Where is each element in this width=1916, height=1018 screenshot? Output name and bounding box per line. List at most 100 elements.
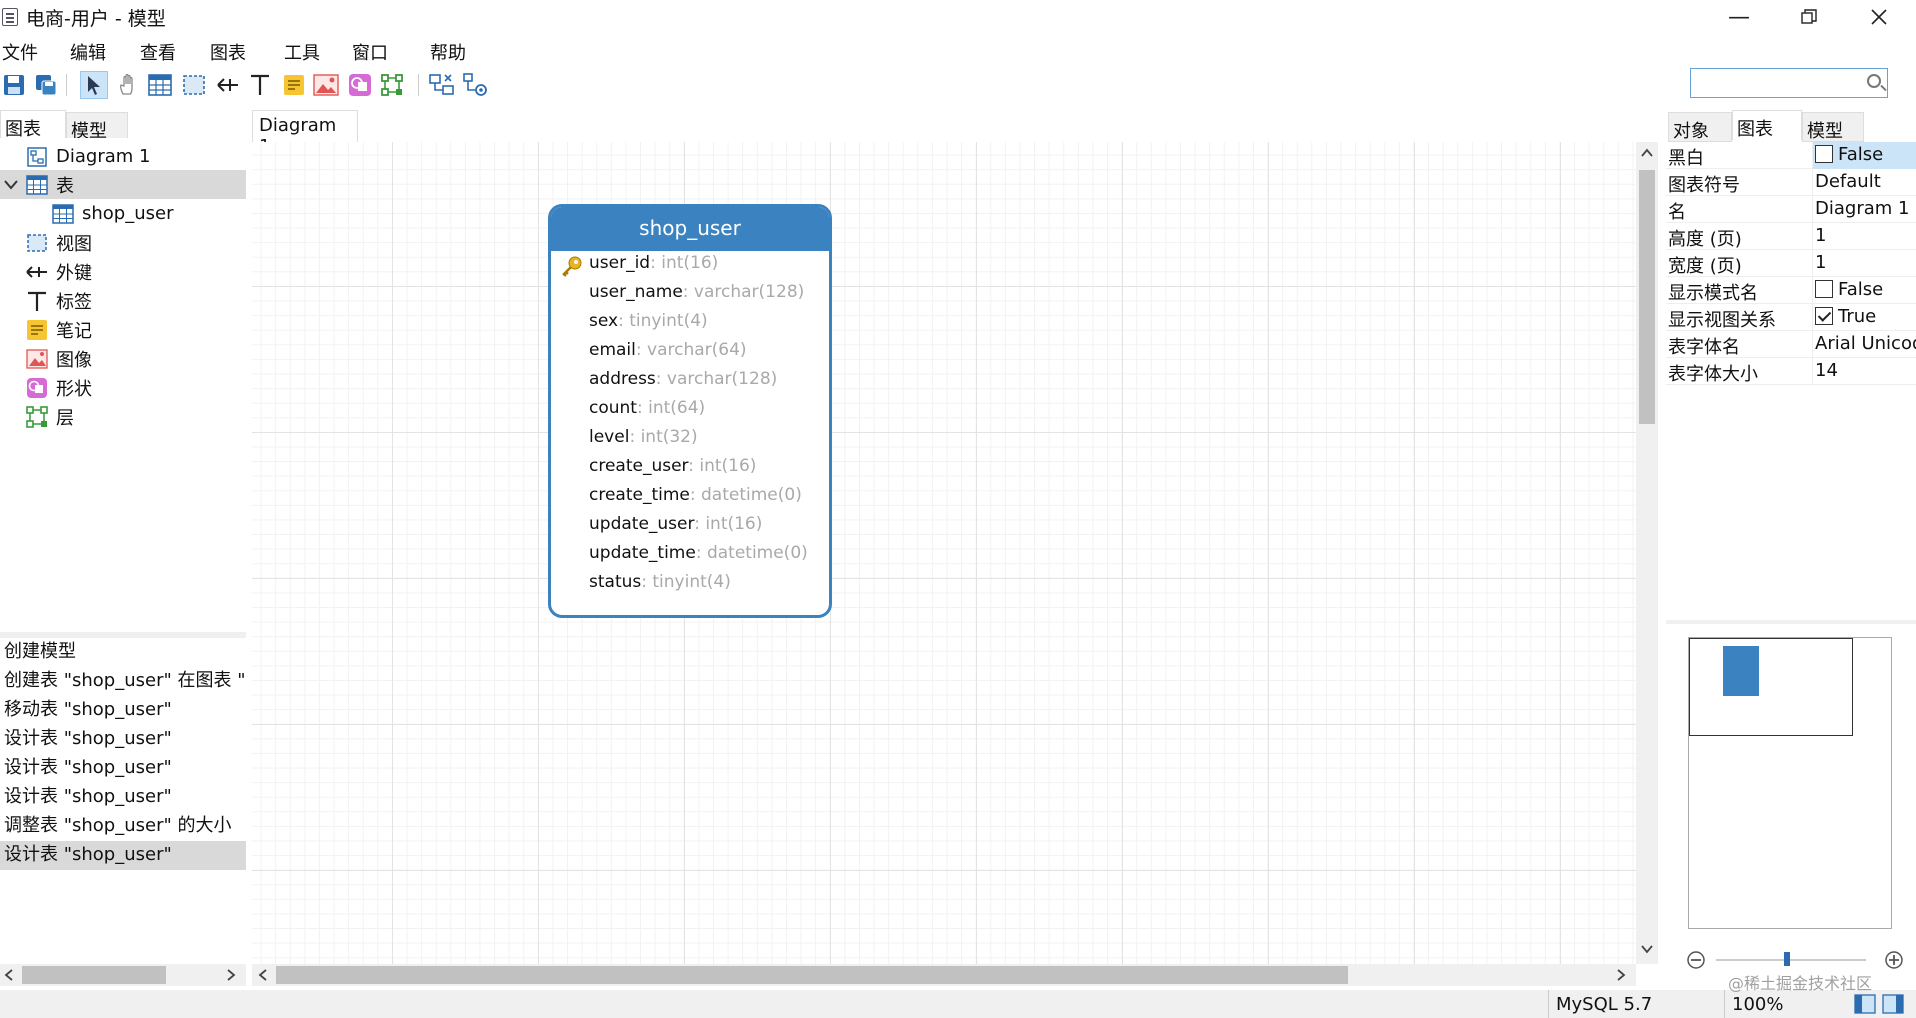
property-row[interactable]: 图表符号 Default bbox=[1666, 169, 1916, 196]
history-item[interactable]: 设计表 "shop_user" bbox=[4, 783, 246, 812]
menu-file[interactable]: 文件 bbox=[2, 39, 38, 65]
property-row[interactable]: 宽度 (页) 1 bbox=[1666, 250, 1916, 277]
zoom-slider-thumb[interactable] bbox=[1784, 952, 1790, 966]
property-row[interactable]: 黑白 False bbox=[1666, 142, 1916, 169]
property-row[interactable]: 名 Diagram 1 bbox=[1666, 196, 1916, 223]
history-item[interactable]: 创建模型 bbox=[4, 638, 246, 667]
new-note-button[interactable] bbox=[280, 71, 308, 99]
history-item-selected[interactable]: 设计表 "shop_user" bbox=[0, 841, 246, 870]
entity-field-row[interactable]: count: int(64) bbox=[589, 398, 705, 418]
property-value[interactable]: Arial Unicode MS bbox=[1812, 331, 1916, 358]
minimize-button[interactable]: — bbox=[1704, 0, 1774, 34]
tree-item-layers[interactable]: 层 bbox=[0, 402, 246, 431]
tree-item-foreign-keys[interactable]: 外键 bbox=[0, 257, 246, 286]
scroll-left-icon[interactable] bbox=[258, 969, 268, 981]
scroll-right-icon[interactable] bbox=[226, 969, 236, 981]
menu-tools[interactable]: 工具 bbox=[284, 39, 320, 65]
new-view-button[interactable] bbox=[180, 71, 208, 99]
property-row[interactable]: 表字体名 Arial Unicode MS bbox=[1666, 331, 1916, 358]
entity-field-row[interactable]: address: varchar(128) bbox=[589, 369, 777, 389]
new-shape-button[interactable] bbox=[346, 71, 374, 99]
new-layer-button[interactable] bbox=[378, 71, 406, 99]
tab-diagram-properties[interactable]: 图表 bbox=[1732, 110, 1802, 140]
tree-item-shapes[interactable]: 形状 bbox=[0, 373, 246, 402]
scrollbar-thumb[interactable] bbox=[22, 966, 166, 984]
zoom-in-icon[interactable] bbox=[1884, 950, 1904, 970]
property-row[interactable]: 显示模式名 False bbox=[1666, 277, 1916, 304]
property-row[interactable]: 显示视图关系 True bbox=[1666, 304, 1916, 331]
diagram-canvas[interactable]: shop_user user_id: int(16) user_name: va… bbox=[252, 142, 1636, 964]
property-row[interactable]: 表字体大小 14 bbox=[1666, 358, 1916, 385]
entity-field-row[interactable]: level: int(32) bbox=[589, 427, 698, 447]
property-value[interactable]: True bbox=[1812, 304, 1916, 331]
entity-field-row[interactable]: create_time: datetime(0) bbox=[589, 485, 802, 505]
tree-item-images[interactable]: 图像 bbox=[0, 344, 246, 373]
scrollbar-thumb[interactable] bbox=[1639, 170, 1655, 424]
property-value[interactable]: False bbox=[1812, 142, 1916, 169]
save-button[interactable] bbox=[0, 71, 28, 99]
entity-field-row[interactable]: user_id: int(16) bbox=[551, 251, 829, 280]
canvas-vertical-scrollbar[interactable] bbox=[1636, 142, 1658, 964]
right-panel-toggle-icon[interactable] bbox=[1882, 994, 1904, 1014]
tree-item-shop-user[interactable]: shop_user bbox=[0, 199, 246, 228]
entity-field-row[interactable]: status: tinyint(4) bbox=[589, 572, 731, 592]
history-item[interactable]: 设计表 "shop_user" bbox=[4, 754, 246, 783]
tree-item-labels[interactable]: 标签 bbox=[0, 286, 246, 315]
tab-diagram[interactable]: 图表 bbox=[0, 110, 66, 140]
select-tool-button[interactable] bbox=[80, 71, 108, 99]
menu-window[interactable]: 窗口 bbox=[352, 39, 388, 65]
tab-object[interactable]: 对象 bbox=[1668, 112, 1732, 142]
new-image-button[interactable] bbox=[312, 71, 340, 99]
hand-tool-button[interactable] bbox=[114, 71, 142, 99]
scroll-left-icon[interactable] bbox=[4, 969, 14, 981]
history-item[interactable]: 移动表 "shop_user" bbox=[4, 696, 246, 725]
entity-field-row[interactable]: create_user: int(16) bbox=[589, 456, 756, 476]
new-label-button[interactable] bbox=[246, 71, 274, 99]
property-value[interactable]: 1 bbox=[1812, 250, 1916, 277]
property-row[interactable]: 高度 (页) 1 bbox=[1666, 223, 1916, 250]
tree-item-notes[interactable]: 笔记 bbox=[0, 315, 246, 344]
scroll-right-icon[interactable] bbox=[1616, 969, 1626, 981]
save-as-button[interactable] bbox=[32, 71, 60, 99]
new-foreign-key-button[interactable] bbox=[214, 71, 242, 99]
auto-layout-button[interactable] bbox=[428, 71, 456, 99]
entity-field-row[interactable]: update_user: int(16) bbox=[589, 514, 762, 534]
entity-field-row[interactable]: sex: tinyint(4) bbox=[589, 311, 708, 331]
property-value[interactable]: 1 bbox=[1812, 223, 1916, 250]
entity-field-row[interactable]: email: varchar(64) bbox=[589, 340, 747, 360]
history-item[interactable]: 调整表 "shop_user" 的大小 bbox=[4, 812, 246, 841]
checkbox-unchecked[interactable] bbox=[1815, 280, 1833, 298]
scroll-up-icon[interactable] bbox=[1641, 148, 1653, 158]
menu-edit[interactable]: 编辑 bbox=[70, 39, 106, 65]
overview-viewport[interactable] bbox=[1689, 638, 1853, 736]
scrollbar-thumb[interactable] bbox=[276, 966, 1348, 984]
property-value[interactable]: Default bbox=[1812, 169, 1916, 196]
diagram-overview[interactable] bbox=[1688, 637, 1892, 929]
restore-button[interactable] bbox=[1774, 0, 1844, 34]
panel-splitter[interactable] bbox=[1666, 620, 1916, 624]
canvas-horizontal-scrollbar[interactable] bbox=[252, 964, 1636, 986]
history-item[interactable]: 创建表 "shop_user" 在图表 "Diagram 1" bbox=[4, 667, 246, 696]
entity-field-row[interactable]: user_name: varchar(128) bbox=[589, 282, 804, 302]
history-horizontal-scrollbar[interactable] bbox=[0, 964, 246, 986]
entity-field-row[interactable]: update_time: datetime(0) bbox=[589, 543, 808, 563]
zoom-out-icon[interactable] bbox=[1686, 950, 1706, 970]
zoom-slider-track[interactable] bbox=[1716, 959, 1866, 961]
menu-help[interactable]: 帮助 bbox=[430, 39, 466, 65]
checkbox-unchecked[interactable] bbox=[1815, 145, 1833, 163]
menu-diagram[interactable]: 图表 bbox=[210, 39, 246, 65]
history-item[interactable]: 设计表 "shop_user" bbox=[4, 725, 246, 754]
left-panel-toggle-icon[interactable] bbox=[1854, 994, 1876, 1014]
diagram-settings-button[interactable] bbox=[462, 71, 490, 99]
property-value[interactable]: 14 bbox=[1812, 358, 1916, 385]
property-value[interactable]: False bbox=[1812, 277, 1916, 304]
tree-item-tables[interactable]: 表 bbox=[0, 170, 246, 199]
property-value[interactable]: Diagram 1 bbox=[1812, 196, 1916, 223]
tab-diagram-1[interactable]: Diagram 1 bbox=[252, 110, 358, 157]
scroll-down-icon[interactable] bbox=[1641, 944, 1653, 954]
search-input[interactable] bbox=[1690, 68, 1888, 98]
tree-item-views[interactable]: 视图 bbox=[0, 228, 246, 257]
checkbox-checked[interactable] bbox=[1815, 307, 1833, 325]
menu-view[interactable]: 查看 bbox=[140, 39, 176, 65]
tab-model-properties[interactable]: 模型 bbox=[1802, 112, 1864, 142]
